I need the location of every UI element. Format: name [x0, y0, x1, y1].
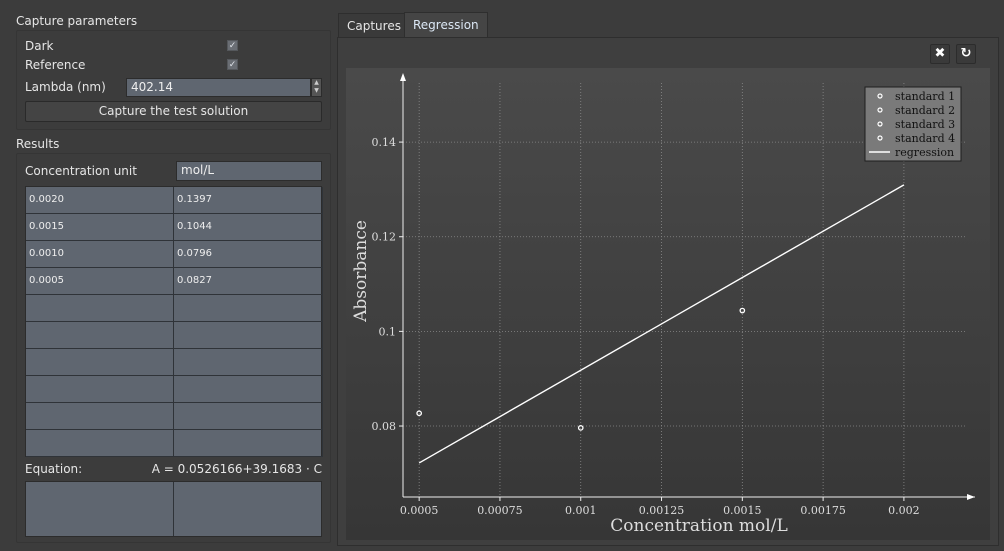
- table-cell[interactable]: [174, 403, 323, 430]
- table-cell[interactable]: [26, 403, 174, 430]
- y-tick-label: 0.08: [372, 420, 397, 433]
- lambda-input[interactable]: 402.14: [126, 78, 311, 97]
- table-cell[interactable]: [26, 430, 174, 457]
- legend-label: standard 3: [895, 118, 955, 131]
- table-cell[interactable]: 0.0796: [174, 241, 323, 268]
- concentration-unit-label: Concentration unit: [25, 164, 137, 178]
- y-tick-label: 0.1: [379, 325, 397, 338]
- x-tick-label: 0.00075: [477, 504, 523, 517]
- table-cell[interactable]: 0.0005: [26, 268, 174, 295]
- legend-label: standard 1: [895, 90, 955, 103]
- table-cell[interactable]: [174, 430, 323, 457]
- x-tick-label: 0.00175: [800, 504, 846, 517]
- capture-test-solution-button[interactable]: Capture the test solution: [25, 101, 322, 122]
- table-cell[interactable]: 0.0020: [26, 187, 174, 214]
- x-axis-label: Concentration mol/L: [610, 516, 787, 536]
- table-cell[interactable]: [26, 376, 174, 403]
- chart-legend: standard 1standard 2standard 3standard 4…: [864, 86, 962, 162]
- table-cell[interactable]: [26, 349, 174, 376]
- refresh-icon[interactable]: ↻: [956, 44, 976, 64]
- tab-captures[interactable]: Captures: [338, 13, 410, 37]
- table-cell[interactable]: [174, 322, 323, 349]
- table-cell[interactable]: [174, 295, 323, 322]
- y-tick-label: 0.12: [372, 231, 397, 244]
- table-cell[interactable]: 0.0010: [26, 241, 174, 268]
- tab-regression[interactable]: Regression: [404, 12, 488, 38]
- y-axis-label: Absorbance: [351, 220, 371, 323]
- legend-label: standard 4: [895, 132, 955, 145]
- legend-label: regression: [895, 146, 954, 159]
- table-cell[interactable]: 0.1044: [174, 214, 323, 241]
- lambda-spinner[interactable]: ▲ ▼: [311, 78, 322, 97]
- table-cell[interactable]: 0.0015: [26, 214, 174, 241]
- table-cell[interactable]: 0.0827: [174, 268, 323, 295]
- x-tick-label: 0.002: [888, 504, 920, 517]
- results-table: 0.0020 0.1397 0.0015 0.1044 0.0010 0.0796 0.00…: [25, 186, 323, 457]
- regression-chart: 0.0005 0.00075 0.001 0.00125 0.0015 0.00175 0.…: [346, 68, 990, 540]
- legend-label: standard 2: [895, 104, 955, 117]
- table-cell[interactable]: [26, 295, 174, 322]
- lambda-label: Lambda (nm): [25, 80, 106, 94]
- clear-icon[interactable]: ✖: [930, 44, 950, 64]
- equation-label: Equation:: [25, 462, 83, 476]
- capture-parameters-title: Capture parameters: [16, 14, 138, 28]
- dark-label: Dark: [25, 39, 54, 53]
- dark-checkbox[interactable]: ✓: [227, 40, 238, 51]
- reference-checkbox[interactable]: ✓: [227, 59, 238, 70]
- concentration-unit-input[interactable]: mol/L: [176, 161, 322, 181]
- x-tick-label: 0.0005: [400, 504, 439, 517]
- x-tick-label: 0.001: [565, 504, 597, 517]
- results-title: Results: [16, 137, 60, 151]
- equation-value: A = 0.0526166+39.1683 · C: [151, 462, 322, 476]
- equation-table: [25, 481, 322, 537]
- table-cell[interactable]: [174, 376, 323, 403]
- table-cell[interactable]: 0.1397: [174, 187, 323, 214]
- table-cell[interactable]: [26, 322, 174, 349]
- y-tick-label: 0.14: [372, 136, 397, 149]
- table-cell[interactable]: [174, 349, 323, 376]
- reference-label: Reference: [25, 58, 86, 72]
